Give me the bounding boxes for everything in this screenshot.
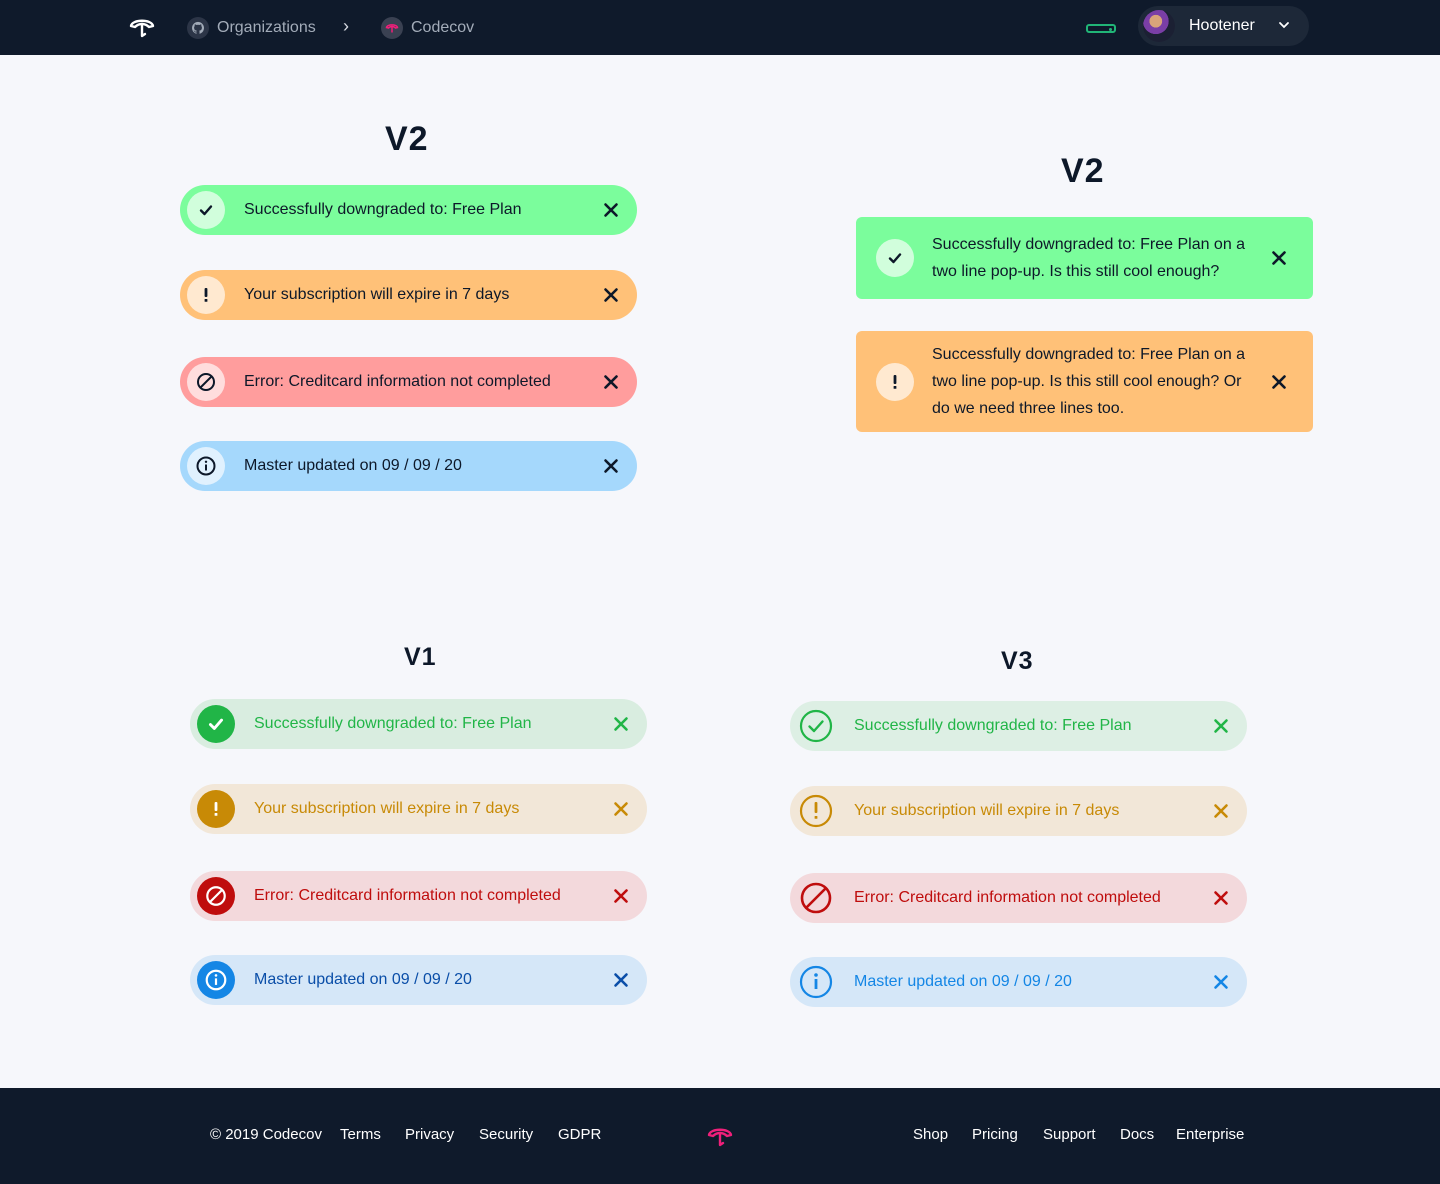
footer: © 2019 Codecov Terms Privacy Security GD… — [0, 1088, 1440, 1184]
toast-warning-v3: Your subscription will expire in 7 days — [790, 786, 1247, 836]
toast-error-v1: Error: Creditcard information not comple… — [190, 871, 647, 921]
top-navigation-bar: Organizations › Codecov Hootener — [0, 0, 1440, 55]
footer-link-docs[interactable]: Docs — [1120, 1126, 1154, 1143]
toast-message-line: Successfully downgraded to: Free Plan on… — [932, 346, 1246, 363]
toast-message: Your subscription will expire in 7 days — [244, 286, 510, 303]
avatar — [1143, 10, 1175, 42]
footer-link-enterprise[interactable]: Enterprise — [1176, 1126, 1244, 1143]
info-icon — [187, 447, 225, 485]
codecov-logo-icon[interactable] — [706, 1122, 734, 1150]
exclamation-icon — [876, 362, 914, 401]
toast-message-line: two line pop-up. Is this still cool enou… — [932, 373, 1242, 390]
github-icon — [187, 17, 209, 39]
toast-message: Successfully downgraded to: Free Plan on… — [932, 341, 1261, 422]
close-icon[interactable] — [1203, 708, 1239, 744]
toast-message: Master updated on 09 / 09 / 20 — [244, 457, 462, 474]
section-heading-v2-right: V2 — [1061, 152, 1105, 190]
close-icon[interactable] — [593, 364, 629, 400]
toast-message-line: two line pop-up. Is this still cool enou… — [932, 263, 1220, 280]
toast-info-v3: Master updated on 09 / 09 / 20 — [790, 957, 1247, 1007]
footer-link-pricing[interactable]: Pricing — [972, 1126, 1018, 1143]
check-icon — [876, 239, 914, 277]
close-icon[interactable] — [593, 448, 629, 484]
toast-message: Error: Creditcard information not comple… — [254, 887, 561, 904]
close-icon[interactable] — [1261, 364, 1297, 400]
toast-message: Your subscription will expire in 7 days — [854, 802, 1120, 819]
close-icon[interactable] — [1203, 964, 1239, 1000]
info-icon — [797, 963, 835, 1001]
toast-message: Successfully downgraded to: Free Plan — [254, 715, 532, 732]
breadcrumb-organizations[interactable]: Organizations — [187, 14, 316, 42]
breadcrumb-label: Organizations — [217, 19, 316, 36]
breadcrumb-codecov[interactable]: Codecov — [381, 14, 474, 42]
exclamation-icon — [187, 276, 225, 314]
status-indicator — [1086, 24, 1116, 33]
toast-message: Master updated on 09 / 09 / 20 — [254, 971, 472, 988]
toast-warning-v1: Your subscription will expire in 7 days — [190, 784, 647, 834]
footer-link-security[interactable]: Security — [479, 1126, 533, 1143]
toast-success-v1: Successfully downgraded to: Free Plan — [190, 699, 647, 749]
section-heading-v3: V3 — [1001, 647, 1034, 675]
ban-icon — [197, 877, 235, 915]
toast-info: Master updated on 09 / 09 / 20 — [180, 441, 637, 491]
toast-message-line: Successfully downgraded to: Free Plan on… — [932, 236, 1246, 253]
codecov-logo-icon[interactable] — [128, 13, 156, 41]
breadcrumb-label: Codecov — [411, 19, 475, 36]
toast-card-warning: Successfully downgraded to: Free Plan on… — [856, 331, 1313, 432]
info-icon — [197, 961, 235, 999]
close-icon[interactable] — [603, 962, 639, 998]
close-icon[interactable] — [603, 878, 639, 914]
footer-link-support[interactable]: Support — [1043, 1126, 1096, 1143]
toast-message-line: do we need three lines too. — [932, 400, 1125, 417]
toast-card-success: Successfully downgraded to: Free Plan on… — [856, 217, 1313, 299]
toast-warning: Your subscription will expire in 7 days — [180, 270, 637, 320]
close-icon[interactable] — [1261, 240, 1297, 276]
toast-message: Error: Creditcard information not comple… — [854, 889, 1161, 906]
close-icon[interactable] — [593, 277, 629, 313]
toast-message: Your subscription will expire in 7 days — [254, 800, 520, 817]
user-menu-button[interactable]: Hootener — [1138, 6, 1309, 46]
toast-message: Master updated on 09 / 09 / 20 — [854, 973, 1072, 990]
footer-link-terms[interactable]: Terms — [340, 1126, 381, 1143]
toast-success-v3: Successfully downgraded to: Free Plan — [790, 701, 1247, 751]
ban-icon — [797, 879, 835, 917]
exclamation-icon — [797, 792, 835, 830]
footer-link-gdpr[interactable]: GDPR — [558, 1126, 601, 1143]
toast-success: Successfully downgraded to: Free Plan — [180, 185, 637, 235]
footer-link-privacy[interactable]: Privacy — [405, 1126, 454, 1143]
close-icon[interactable] — [593, 192, 629, 228]
toast-message: Successfully downgraded to: Free Plan on… — [932, 231, 1261, 285]
footer-copyright: © 2019 Codecov — [210, 1126, 322, 1143]
toast-info-v1: Master updated on 09 / 09 / 20 — [190, 955, 647, 1005]
toast-message: Error: Creditcard information not comple… — [244, 373, 551, 390]
breadcrumb-separator: › — [343, 16, 349, 36]
check-icon — [797, 707, 835, 745]
toast-error: Error: Creditcard information not comple… — [180, 357, 637, 407]
section-heading-v2-left: V2 — [385, 120, 429, 158]
check-icon — [197, 705, 235, 743]
section-heading-v1: V1 — [404, 643, 437, 671]
chevron-down-icon — [1279, 22, 1289, 29]
toast-error-v3: Error: Creditcard information not comple… — [790, 873, 1247, 923]
close-icon[interactable] — [1203, 880, 1239, 916]
org-avatar-icon — [381, 17, 403, 39]
exclamation-icon — [197, 790, 235, 828]
close-icon[interactable] — [1203, 793, 1239, 829]
footer-link-shop[interactable]: Shop — [913, 1126, 948, 1143]
check-icon — [187, 191, 225, 229]
close-icon[interactable] — [603, 791, 639, 827]
toast-message: Successfully downgraded to: Free Plan — [854, 717, 1132, 734]
ban-icon — [187, 363, 225, 401]
toast-message: Successfully downgraded to: Free Plan — [244, 201, 522, 218]
close-icon[interactable] — [603, 706, 639, 742]
user-name: Hootener — [1189, 17, 1255, 34]
